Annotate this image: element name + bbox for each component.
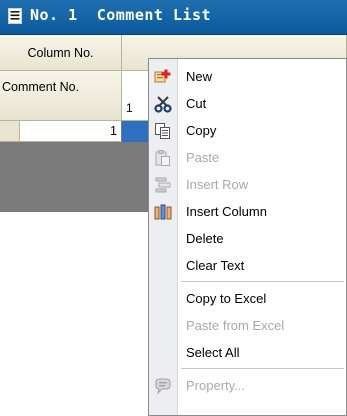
menu-label-select-all: Select All [186,345,240,360]
menu-item-new[interactable]: New [149,63,346,90]
menu-label-delete: Delete [186,231,224,246]
menu-item-copy-to-excel[interactable]: Copy to Excel [149,285,346,312]
title-bar[interactable]: No. 1 Comment List [0,0,347,35]
row-selector[interactable] [0,121,20,142]
menu-item-cut[interactable]: Cut [149,90,346,117]
column-1-label: 1 [126,101,133,115]
menu-item-insert-row[interactable]: Insert Row [149,171,346,198]
menu-label-property: Property... [186,378,246,393]
document-list-icon [8,8,22,24]
insert-column-icon [154,204,172,220]
menu-label-new: New [186,69,213,84]
menu-item-insert-column[interactable]: Insert Column [149,198,346,225]
comment-no-header: Comment No. [0,71,122,121]
menu-item-select-all[interactable]: Select All [149,339,346,366]
menu-item-property[interactable]: Property... [149,372,346,399]
comment-list-window: No. 1 Comment List Column No. Comment No… [0,0,347,416]
menu-label-paste: Paste [186,150,220,165]
insert-row-icon [155,177,171,193]
new-icon [154,69,171,83]
property-icon [155,378,171,395]
row-1-number-cell[interactable]: 1 [20,121,122,142]
scissors-icon [154,96,172,113]
window-title: No. 1 Comment List [30,6,212,24]
column-no-header: Column No. [0,35,122,71]
menu-separator [181,281,344,282]
menu-label-insert-row: Insert Row [186,177,249,192]
menu-label-paste-from-excel: Paste from Excel [186,318,285,333]
menu-item-paste[interactable]: Paste [149,144,346,171]
paste-icon [155,150,170,166]
menu-label-copy: Copy [186,123,217,138]
menu-label-copy-to-excel: Copy to Excel [186,291,267,306]
context-menu: New Cut Copy Paste Insert Row Insert Col… [148,58,347,416]
menu-item-copy[interactable]: Copy [149,117,346,144]
menu-item-paste-from-excel[interactable]: Paste from Excel [149,312,346,339]
menu-label-cut: Cut [186,96,207,111]
menu-separator [181,368,344,369]
menu-label-insert-column: Insert Column [186,204,267,219]
menu-item-clear-text[interactable]: Clear Text [149,252,346,279]
copy-icon [155,123,170,139]
menu-item-delete[interactable]: Delete [149,225,346,252]
menu-label-clear-text: Clear Text [186,258,245,273]
